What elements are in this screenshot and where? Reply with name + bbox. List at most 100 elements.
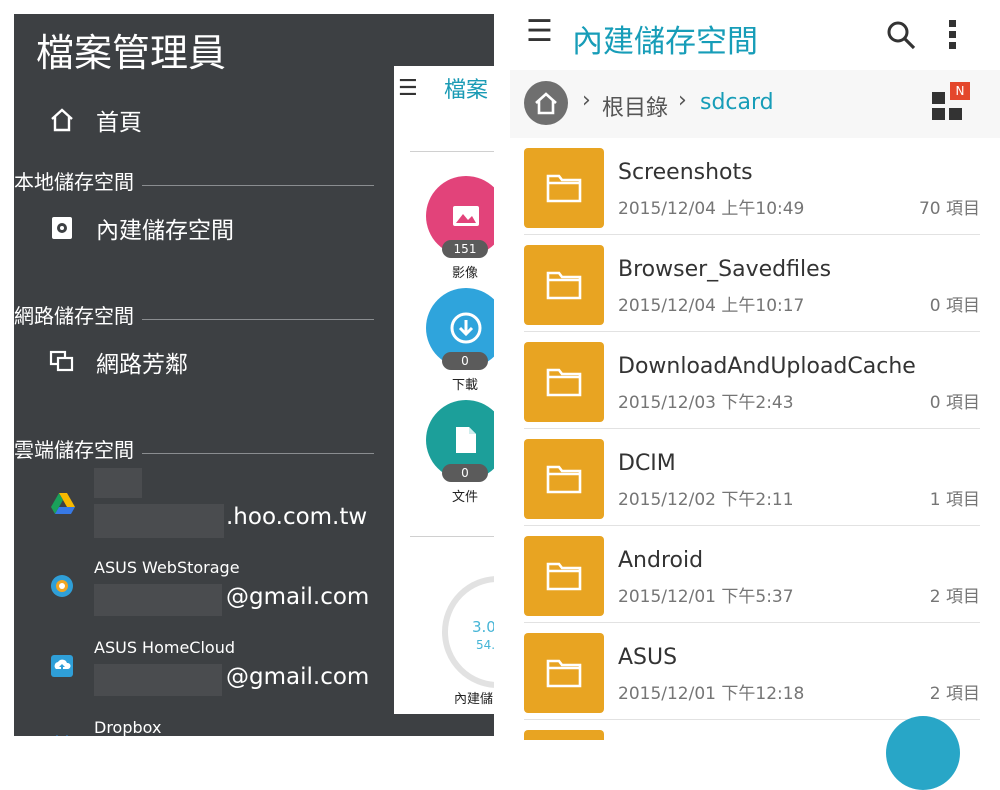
file-row[interactable]: DownloadAndUploadCache 2015/12/03 下午2:43 0… — [524, 332, 980, 429]
divider — [410, 536, 494, 537]
account-email: @gmail.com — [226, 584, 370, 610]
internal-storage-icon — [42, 215, 82, 241]
account-email: @gmail.com — [226, 664, 370, 690]
category-label: 下載 — [452, 378, 479, 393]
breadcrumb-current[interactable]: sdcard — [700, 90, 774, 115]
file-name: Browser_Savedfiles — [618, 257, 832, 282]
peek-title: 檔案 — [444, 78, 489, 103]
dropbox-icon — [50, 732, 74, 736]
category-documents[interactable]: 0 文件 — [426, 400, 494, 505]
file-name: ASUS — [618, 645, 678, 670]
cloud-account-asus-webstorage[interactable]: ASUS WebStorage @gmail.com — [14, 556, 394, 636]
nav-item-label: 首頁 — [96, 110, 142, 136]
folder-icon — [524, 148, 604, 228]
file-count: 2 項目 — [929, 684, 980, 704]
file-count: 70 項目 — [918, 199, 980, 219]
category-count: 0 — [442, 352, 488, 370]
divider — [142, 185, 374, 186]
storage-label: 內建儲 — [454, 692, 494, 707]
left-screenshot: ☰ 檔案 151 影像 0 下載 0 文件 3.0 54. 內建儲 檔案管理員 … — [14, 14, 494, 736]
asus-webstorage-icon — [50, 574, 74, 602]
section-label: 雲端儲存空間 — [14, 438, 134, 462]
right-screenshot: ☰ 內建儲存空間 › 根目錄 › sdcard N Screenshots 201… — [510, 0, 1000, 790]
file-date: 2015/12/04 上午10:17 — [618, 296, 805, 316]
service-name: Dropbox — [94, 718, 162, 736]
service-name: ASUS WebStorage — [94, 558, 240, 577]
breadcrumb: › 根目錄 › sdcard N — [510, 70, 1000, 138]
chevron-right-icon: › — [678, 88, 687, 113]
navigation-drawer: 檔案管理員 首頁 本地儲存空間 內建儲存空間 網路儲存空間 網路芳鄰 雲端儲存空… — [14, 14, 394, 736]
folder-icon — [524, 245, 604, 325]
file-row[interactable]: ASUS 2015/12/01 下午12:18 2 項目 — [524, 623, 980, 720]
file-count: 0 項目 — [929, 393, 980, 413]
file-name: Android — [618, 548, 704, 573]
google-drive-icon — [50, 492, 76, 520]
page-title: 內建儲存空間 — [572, 24, 758, 60]
redacted-email — [94, 664, 222, 696]
file-row[interactable]: Browser_Savedfiles 2015/12/04 上午10:17 0 項目 — [524, 235, 980, 332]
file-date: 2015/12/01 下午5:37 — [618, 587, 794, 607]
folder-icon — [524, 633, 604, 713]
file-date: 2015/12/01 下午12:18 — [618, 684, 805, 704]
storage-value: 3.0 — [472, 618, 494, 636]
breadcrumb-root[interactable]: 根目錄 — [602, 90, 668, 122]
file-row[interactable]: DCIM 2015/12/02 下午2:11 1 項目 — [524, 429, 980, 526]
section-local: 本地儲存空間 — [14, 166, 374, 195]
file-count: 2 項目 — [929, 587, 980, 607]
file-row[interactable]: Screenshots 2015/12/04 上午10:49 70 項目 — [524, 138, 980, 235]
section-network: 網路儲存空間 — [14, 300, 374, 329]
home-icon[interactable] — [524, 81, 568, 125]
home-icon — [42, 107, 82, 133]
menu-icon[interactable]: ☰ — [526, 14, 553, 49]
nav-item-label: 內建儲存空間 — [96, 218, 234, 244]
category-images[interactable]: 151 影像 — [426, 176, 494, 281]
folder-icon — [524, 342, 604, 422]
redacted-name — [94, 468, 142, 498]
file-date: 2015/12/04 上午10:49 — [618, 199, 805, 219]
drawer-title: 檔案管理員 — [36, 31, 227, 75]
category-label: 影像 — [452, 266, 479, 281]
category-label: 文件 — [452, 490, 479, 505]
nav-item-internal-storage[interactable]: 內建儲存空間 — [14, 204, 234, 252]
file-name: DCIM — [618, 451, 676, 476]
section-label: 本地儲存空間 — [14, 170, 134, 194]
folder-icon — [524, 730, 604, 740]
file-count: 0 項目 — [929, 296, 980, 316]
divider — [142, 453, 374, 454]
more-options-icon[interactable] — [948, 18, 958, 54]
divider — [410, 151, 494, 152]
asus-homecloud-icon — [50, 654, 74, 682]
search-icon[interactable] — [886, 20, 916, 54]
content-peek: ☰ 檔案 151 影像 0 下載 0 文件 3.0 54. 內建儲 — [394, 66, 494, 714]
add-fab-button[interactable] — [886, 716, 960, 790]
new-badge: N — [950, 82, 970, 100]
nav-item-home[interactable]: 首頁 — [14, 96, 142, 144]
category-count: 0 — [442, 464, 488, 482]
nav-item-network-neighborhood[interactable]: 網路芳鄰 — [14, 338, 188, 386]
divider — [142, 319, 374, 320]
file-count: 1 項目 — [929, 490, 980, 510]
file-date: 2015/12/03 下午2:43 — [618, 393, 794, 413]
category-count: 151 — [442, 240, 488, 258]
menu-icon[interactable]: ☰ — [398, 76, 418, 101]
folder-icon — [524, 536, 604, 616]
category-downloads[interactable]: 0 下載 — [426, 288, 494, 393]
service-name: ASUS HomeCloud — [94, 638, 236, 657]
redacted-email — [94, 584, 222, 616]
cloud-account-google-drive[interactable]: .hoo.com.tw — [14, 466, 394, 546]
storage-sub: 54. — [476, 638, 494, 652]
file-row[interactable]: Android 2015/12/01 下午5:37 2 項目 — [524, 526, 980, 623]
network-icon — [42, 350, 82, 374]
chevron-right-icon: › — [582, 88, 591, 113]
cloud-account-dropbox[interactable]: Dropbox — [14, 716, 394, 736]
section-label: 網路儲存空間 — [14, 304, 134, 328]
file-name: Screenshots — [618, 160, 753, 185]
file-date: 2015/12/02 下午2:11 — [618, 490, 794, 510]
account-email: .hoo.com.tw — [226, 504, 368, 530]
app-bar: ☰ 內建儲存空間 — [510, 0, 1000, 70]
cloud-account-asus-homecloud[interactable]: ASUS HomeCloud @gmail.com — [14, 636, 394, 716]
redacted-email — [94, 504, 224, 538]
section-cloud: 雲端儲存空間 — [14, 434, 374, 463]
nav-item-label: 網路芳鄰 — [96, 352, 188, 378]
folder-icon — [524, 439, 604, 519]
